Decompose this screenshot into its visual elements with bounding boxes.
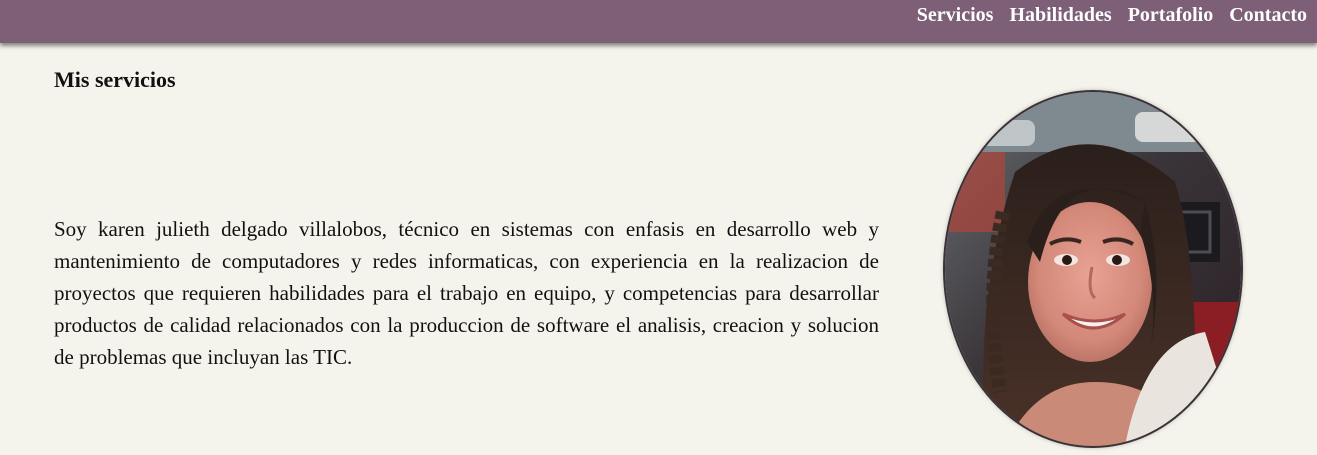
nav-link-portafolio[interactable]: Portafolio: [1128, 4, 1214, 26]
nav-link-contacto[interactable]: Contacto: [1229, 4, 1307, 26]
bio-paragraph: Soy karen julieth delgado villalobos, té…: [54, 217, 879, 369]
section-title: Mis servicios: [54, 67, 176, 92]
nav-link-servicios[interactable]: Servicios: [917, 4, 994, 26]
profile-photo: [945, 92, 1241, 446]
main-nav: Servicios Habilidades Portafolio Contact…: [917, 4, 1307, 26]
nav-link-habilidades[interactable]: Habilidades: [1009, 4, 1111, 26]
top-nav-bar: Servicios Habilidades Portafolio Contact…: [0, 0, 1317, 43]
profile-portrait-illustration: [945, 92, 1241, 446]
